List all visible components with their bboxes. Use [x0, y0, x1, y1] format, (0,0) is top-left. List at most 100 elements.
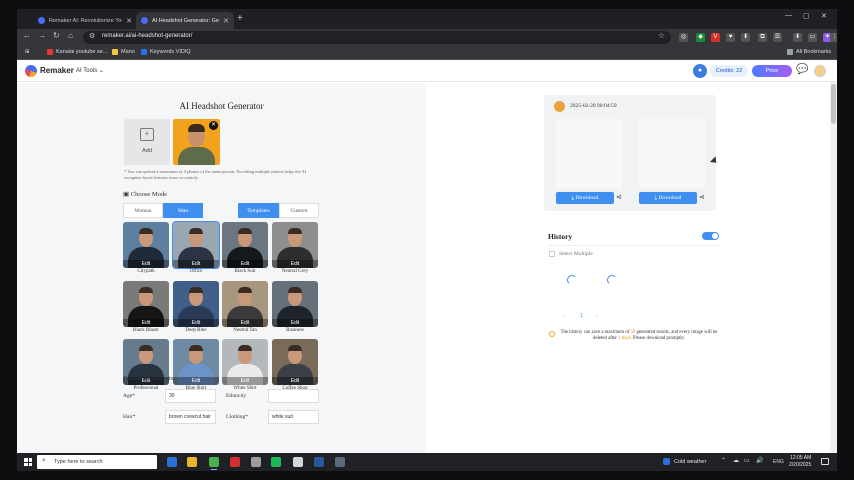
clock[interactable]: 12:05 AM 2/20/2025: [789, 455, 811, 469]
extension-icon[interactable]: ♥: [726, 33, 735, 42]
templates-tab[interactable]: Templates: [238, 203, 279, 218]
style-tile[interactable]: Edit: [222, 222, 268, 268]
style-tile[interactable]: Edit: [222, 281, 268, 327]
site-info-icon[interactable]: ⚙: [89, 32, 95, 40]
style-tile[interactable]: Edit: [173, 339, 219, 385]
back-button[interactable]: ←: [23, 31, 31, 40]
edit-style-button[interactable]: Edit: [222, 319, 268, 327]
edit-style-button[interactable]: Edit: [173, 377, 219, 385]
extension-icon[interactable]: ⋮: [830, 33, 837, 42]
extension-icon[interactable]: ▭: [808, 33, 817, 42]
language-indicator[interactable]: ENG: [773, 459, 784, 465]
share-icon[interactable]: ⋖: [616, 193, 622, 201]
add-photo-button[interactable]: + Add: [124, 119, 170, 165]
new-tab-button[interactable]: +: [237, 13, 243, 24]
taskbar-app-icon[interactable]: [293, 457, 303, 467]
woman-toggle[interactable]: Woman: [123, 203, 163, 218]
next-page-button[interactable]: ›: [596, 313, 598, 319]
user-avatar[interactable]: [814, 65, 826, 77]
forward-button[interactable]: →: [38, 31, 46, 40]
taskbar-app-icon[interactable]: [187, 457, 197, 467]
reload-button[interactable]: ↻: [53, 31, 60, 40]
age-input[interactable]: 30: [165, 389, 216, 403]
scrollbar-thumb[interactable]: [831, 84, 836, 124]
edit-style-button[interactable]: Edit: [222, 377, 268, 385]
tray-icon[interactable]: ⌃: [721, 457, 726, 464]
edit-style-button[interactable]: Edit: [272, 260, 318, 268]
custom-tab[interactable]: Custom: [279, 203, 319, 218]
download-button[interactable]: ⤓ Download: [639, 192, 697, 204]
prev-page-button[interactable]: ‹: [563, 313, 565, 319]
apps-grid-icon[interactable]: ⊞: [25, 49, 30, 55]
page-scrollbar[interactable]: [830, 82, 837, 453]
extension-icon[interactable]: ◆: [696, 33, 705, 42]
address-bar[interactable]: ⚙ remaker.ai/ai-headshot-generator/ ☆: [83, 31, 671, 44]
tab-headshot-generator[interactable]: AI Headshot Generator: Get pr ✕: [136, 12, 234, 29]
taskbar-app-icon[interactable]: [335, 457, 345, 467]
url-text[interactable]: remaker.ai/ai-headshot-generator/: [102, 33, 192, 39]
home-button[interactable]: ⌂: [68, 31, 73, 40]
download-button[interactable]: ⤓ Download: [556, 192, 614, 204]
style-tile[interactable]: Edit: [123, 281, 169, 327]
tray-icon[interactable]: 🔊: [756, 457, 763, 464]
page-1-button[interactable]: 1: [580, 313, 583, 319]
weather-widget[interactable]: Cold weather: [663, 458, 706, 465]
bookmark-keywords-vidiq[interactable]: Keywords VIDIQ: [141, 49, 191, 55]
remove-photo-icon[interactable]: ✕: [209, 121, 218, 130]
remaker-logo-icon[interactable]: [25, 65, 37, 77]
result-image[interactable]: [639, 119, 705, 189]
select-multiple-checkbox[interactable]: [549, 251, 555, 257]
brand-name[interactable]: Remaker: [40, 66, 74, 75]
history-toggle[interactable]: [702, 232, 719, 240]
community-icon[interactable]: ●: [693, 64, 707, 78]
extension-icon[interactable]: ⧉: [758, 33, 767, 42]
extension-icon[interactable]: ⬇: [741, 33, 750, 42]
extension-icon[interactable]: V: [711, 33, 720, 42]
close-tab-icon[interactable]: ✕: [126, 17, 132, 25]
style-tile[interactable]: Edit: [272, 339, 318, 385]
tray-icon[interactable]: ▭: [744, 457, 750, 464]
ai-tools-menu[interactable]: AI Tools ⌄: [76, 67, 104, 74]
all-bookmarks[interactable]: All Bookmarks: [787, 49, 831, 55]
tab-remaker-home[interactable]: Remaker AI: Revolutionize Your ✕: [33, 12, 137, 29]
style-tile[interactable]: Edit: [172, 221, 220, 269]
maximize-button[interactable]: ▢: [803, 12, 810, 20]
tray-icon[interactable]: ☁: [733, 457, 739, 464]
extension-icon[interactable]: ⬇: [793, 33, 802, 42]
extension-icon[interactable]: ☰: [773, 33, 782, 42]
taskbar-app-icon[interactable]: [230, 457, 240, 467]
style-tile[interactable]: Edit: [272, 222, 318, 268]
windows-start-icon[interactable]: [24, 458, 32, 466]
select-multiple-label[interactable]: Select Multiple: [559, 251, 593, 257]
notifications-icon[interactable]: [821, 458, 829, 465]
style-tile[interactable]: Edit: [173, 281, 219, 327]
edit-style-button[interactable]: Edit: [272, 319, 318, 327]
taskbar-app-icon[interactable]: [209, 457, 219, 470]
ethnicity-input[interactable]: [268, 389, 319, 403]
feedback-icon[interactable]: 💬: [796, 65, 808, 75]
close-tab-icon[interactable]: ✕: [223, 17, 229, 25]
minimize-button[interactable]: —: [785, 12, 792, 19]
bookmark-mano[interactable]: Mano: [112, 49, 135, 55]
hair-input[interactable]: brown crewcut hair: [165, 410, 216, 424]
man-toggle[interactable]: Man: [163, 203, 203, 218]
taskbar-search[interactable]: ⌕ Type here to search: [37, 455, 157, 469]
edit-style-button[interactable]: Edit: [173, 260, 219, 268]
bookmark-kanalai[interactable]: Kanalai youtube se...: [47, 49, 107, 55]
taskbar-app-icon[interactable]: [251, 457, 261, 467]
edit-style-button[interactable]: Edit: [123, 260, 169, 268]
credits-badge[interactable]: Credits: 22: [710, 65, 748, 77]
close-window-button[interactable]: ✕: [821, 12, 827, 20]
result-image[interactable]: [556, 119, 622, 189]
taskbar-app-icon[interactable]: [271, 457, 281, 467]
bookmark-star-icon[interactable]: ☆: [658, 31, 665, 40]
taskbar-app-icon[interactable]: [314, 457, 324, 467]
taskbar-app-icon[interactable]: [167, 457, 177, 467]
extension-icon[interactable]: ◎: [679, 33, 688, 42]
share-icon[interactable]: ⋖: [699, 193, 705, 201]
style-tile[interactable]: Edit: [272, 281, 318, 327]
edit-style-button[interactable]: Edit: [123, 319, 169, 327]
price-button[interactable]: Price: [752, 65, 792, 77]
clothing-input[interactable]: white suit: [268, 410, 319, 424]
edit-style-button[interactable]: Edit: [173, 319, 219, 327]
